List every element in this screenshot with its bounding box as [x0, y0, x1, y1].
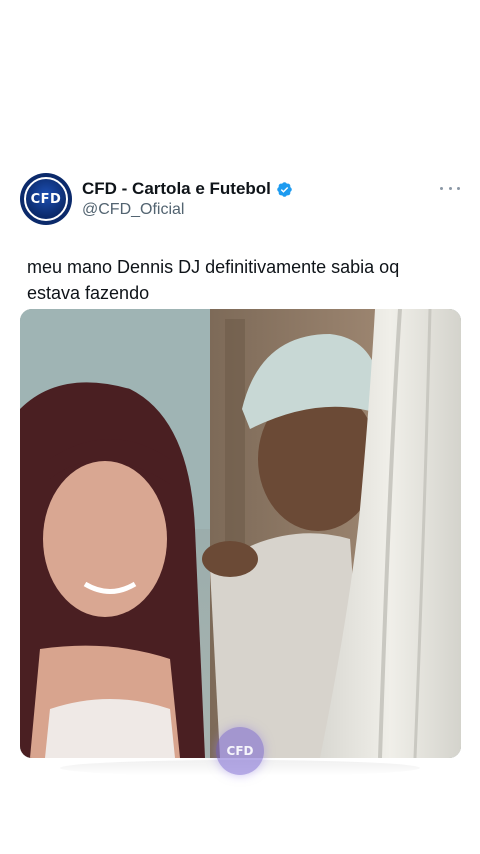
author-display-name[interactable]: CFD - Cartola e Futebol: [82, 179, 271, 199]
avatar[interactable]: CFD: [20, 173, 72, 225]
avatar-logo-text: CFD: [30, 191, 62, 207]
tweet-text: meu mano Dennis DJ definitivamente sabia…: [27, 257, 400, 303]
cfd-logo-icon: CFD: [24, 177, 68, 221]
cfd-watermark-icon: CFD: [216, 727, 264, 775]
video-still-image: [20, 309, 461, 758]
verified-badge-icon: [277, 181, 292, 197]
watermark-text: CFD: [226, 744, 254, 758]
author-name-row[interactable]: CFD - Cartola e Futebol: [82, 179, 293, 199]
tweet-media[interactable]: [20, 309, 461, 758]
more-horizontal-icon[interactable]: [440, 178, 460, 198]
author-handle[interactable]: @CFD_Oficial: [82, 201, 184, 219]
